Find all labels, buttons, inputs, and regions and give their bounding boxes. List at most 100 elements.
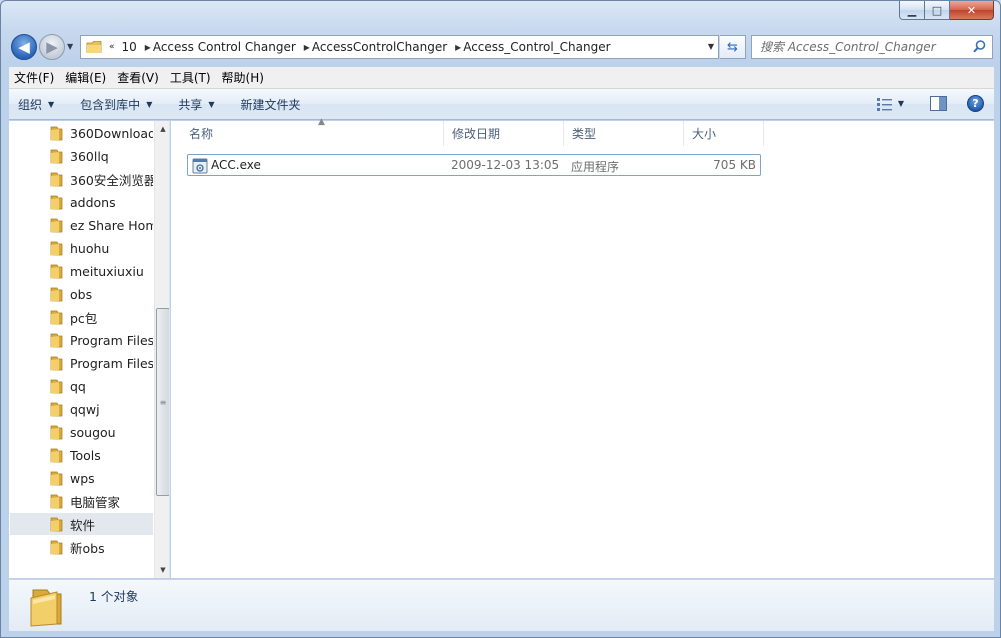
- tree-item[interactable]: Program Files: [10, 352, 153, 374]
- tree-item-label: huohu: [70, 240, 110, 256]
- tree-item[interactable]: addons: [10, 191, 153, 213]
- folder-icon: [50, 356, 63, 371]
- close-button[interactable]: ✕: [950, 1, 994, 20]
- search-input[interactable]: [760, 40, 965, 54]
- scroll-down-icon[interactable]: ▼: [155, 562, 169, 578]
- chevron-down-icon: ▼: [208, 99, 215, 109]
- help-icon[interactable]: ?: [967, 95, 984, 112]
- recent-pages-dropdown[interactable]: ▼: [67, 42, 73, 51]
- include-in-library-button[interactable]: 包含到库中 ▼: [71, 96, 161, 113]
- column-header-name[interactable]: 名称 ▲: [181, 117, 444, 146]
- organize-label: 组织: [18, 97, 43, 112]
- menu-edit[interactable]: 编辑(E): [60, 69, 111, 86]
- column-header-modified[interactable]: 修改日期: [444, 121, 564, 146]
- tree-item[interactable]: Tools: [10, 444, 153, 466]
- tree-item[interactable]: pc包: [10, 306, 153, 328]
- address-bar[interactable]: « 10 ▸ Access Control Changer ▸ AccessCo…: [80, 35, 719, 59]
- refresh-icon: ⇆: [727, 39, 738, 55]
- view-options-icon[interactable]: [876, 96, 894, 112]
- tree-item[interactable]: Program Files: [10, 329, 153, 351]
- tree-item-label: ez Share Home: [70, 217, 153, 233]
- tree-item-label: 360Downloads: [70, 125, 153, 141]
- folder-icon: [86, 41, 102, 53]
- view-controls: ▼ ?: [876, 95, 984, 112]
- sort-caret-icon: ▲: [318, 117, 325, 127]
- back-button[interactable]: ◀: [11, 34, 37, 60]
- column-type-label: 类型: [572, 127, 597, 141]
- navigation-pane: 360Downloads 360llq 360安全浏览器 addons ez Share…: [9, 121, 170, 578]
- tree-item-label: pc包: [70, 310, 98, 326]
- menu-view[interactable]: 查看(V): [112, 69, 164, 86]
- breadcrumb-item[interactable]: Access_Control_Changer: [463, 40, 610, 54]
- folder-icon: [50, 471, 63, 486]
- breadcrumb-chevron-icon[interactable]: ▸: [304, 40, 310, 54]
- minimize-button[interactable]: ▁: [899, 1, 925, 20]
- folder-icon: [50, 333, 63, 348]
- maximize-button[interactable]: □: [925, 1, 950, 20]
- menu-tools[interactable]: 工具(T): [165, 69, 216, 86]
- tree-item[interactable]: 360Downloads: [10, 122, 153, 144]
- menu-file[interactable]: 文件(F): [9, 69, 59, 86]
- preview-pane-icon[interactable]: [930, 96, 947, 111]
- scroll-up-icon[interactable]: ▲: [155, 121, 169, 137]
- folder-icon: [50, 540, 63, 555]
- details-pane: 1 个对象: [9, 579, 994, 631]
- folder-icon: [50, 425, 63, 440]
- tree-item[interactable]: 软件: [10, 513, 153, 535]
- tree-item-label: meituxiuxiu: [70, 263, 144, 279]
- command-bar: 组织 ▼ 包含到库中 ▼ 共享 ▼ 新建文件夹 ▼ ?: [9, 89, 994, 120]
- nav-scrollbar[interactable]: ▲ ≡ ▼: [154, 121, 169, 578]
- new-folder-label: 新建文件夹: [240, 97, 301, 112]
- breadcrumb-overflow[interactable]: «: [109, 42, 115, 52]
- new-folder-button[interactable]: 新建文件夹: [232, 96, 310, 113]
- column-header-type[interactable]: 类型: [564, 121, 684, 146]
- refresh-button[interactable]: ⇆: [720, 35, 746, 59]
- menu-bar: 文件(F) 编辑(E) 查看(V) 工具(T) 帮助(H): [9, 67, 994, 89]
- breadcrumb-item[interactable]: 10: [122, 40, 137, 54]
- share-button[interactable]: 共享 ▼: [169, 96, 223, 113]
- folder-icon: [50, 218, 63, 233]
- breadcrumb-item[interactable]: AccessControlChanger: [312, 40, 447, 54]
- organize-button[interactable]: 组织 ▼: [9, 96, 63, 113]
- tree-item[interactable]: wps: [10, 467, 153, 489]
- tree-item-label: Program Files: [70, 355, 153, 371]
- tree-item[interactable]: 360安全浏览器: [10, 168, 153, 190]
- folder-icon: [30, 589, 62, 627]
- breadcrumb-chevron-icon[interactable]: ▸: [145, 40, 151, 54]
- tree-item[interactable]: huohu: [10, 237, 153, 259]
- file-row[interactable]: ACC.exe 2009-12-03 13:05 应用程序 705 KB: [187, 154, 761, 176]
- tree-item[interactable]: obs: [10, 283, 153, 305]
- tree-item-label: 新obs: [70, 540, 105, 556]
- tree-item[interactable]: 新obs: [10, 536, 153, 558]
- view-dropdown-icon[interactable]: ▼: [898, 99, 904, 108]
- column-header-size[interactable]: 大小: [684, 121, 764, 146]
- file-type: 应用程序: [571, 160, 620, 174]
- tree-item[interactable]: 电脑管家: [10, 490, 153, 512]
- search-box[interactable]: [751, 35, 993, 59]
- breadcrumb-chevron-icon[interactable]: ▸: [455, 40, 461, 54]
- tree-item[interactable]: ez Share Home: [10, 214, 153, 236]
- breadcrumb-item[interactable]: Access Control Changer: [153, 40, 296, 54]
- tree-item[interactable]: sougou: [10, 421, 153, 443]
- file-name: ACC.exe: [211, 158, 261, 172]
- chevron-down-icon: ▼: [146, 99, 153, 109]
- folder-icon: [50, 517, 63, 532]
- item-count: 1 个对象: [89, 589, 139, 604]
- tree-item-label: 360安全浏览器: [70, 172, 153, 188]
- scroll-thumb[interactable]: ≡: [156, 308, 169, 496]
- address-dropdown-icon[interactable]: ▼: [708, 42, 714, 51]
- navigation-row: ◀ ▶ ▼ « 10 ▸ Access Control Changer ▸ Ac…: [1, 31, 1000, 63]
- exe-file-icon: [192, 158, 208, 174]
- menu-help[interactable]: 帮助(H): [217, 69, 269, 86]
- folder-icon: [50, 494, 63, 509]
- folder-icon: [50, 241, 63, 256]
- tree-item[interactable]: qq: [10, 375, 153, 397]
- tree-item[interactable]: meituxiuxiu: [10, 260, 153, 282]
- folder-icon: [50, 264, 63, 279]
- tree-item[interactable]: qqwj: [10, 398, 153, 420]
- search-icon[interactable]: [972, 39, 987, 54]
- tree-item-label: obs: [70, 286, 93, 302]
- folder-icon: [50, 126, 63, 141]
- tree-item[interactable]: 360llq: [10, 145, 153, 167]
- forward-button[interactable]: ▶: [39, 34, 65, 60]
